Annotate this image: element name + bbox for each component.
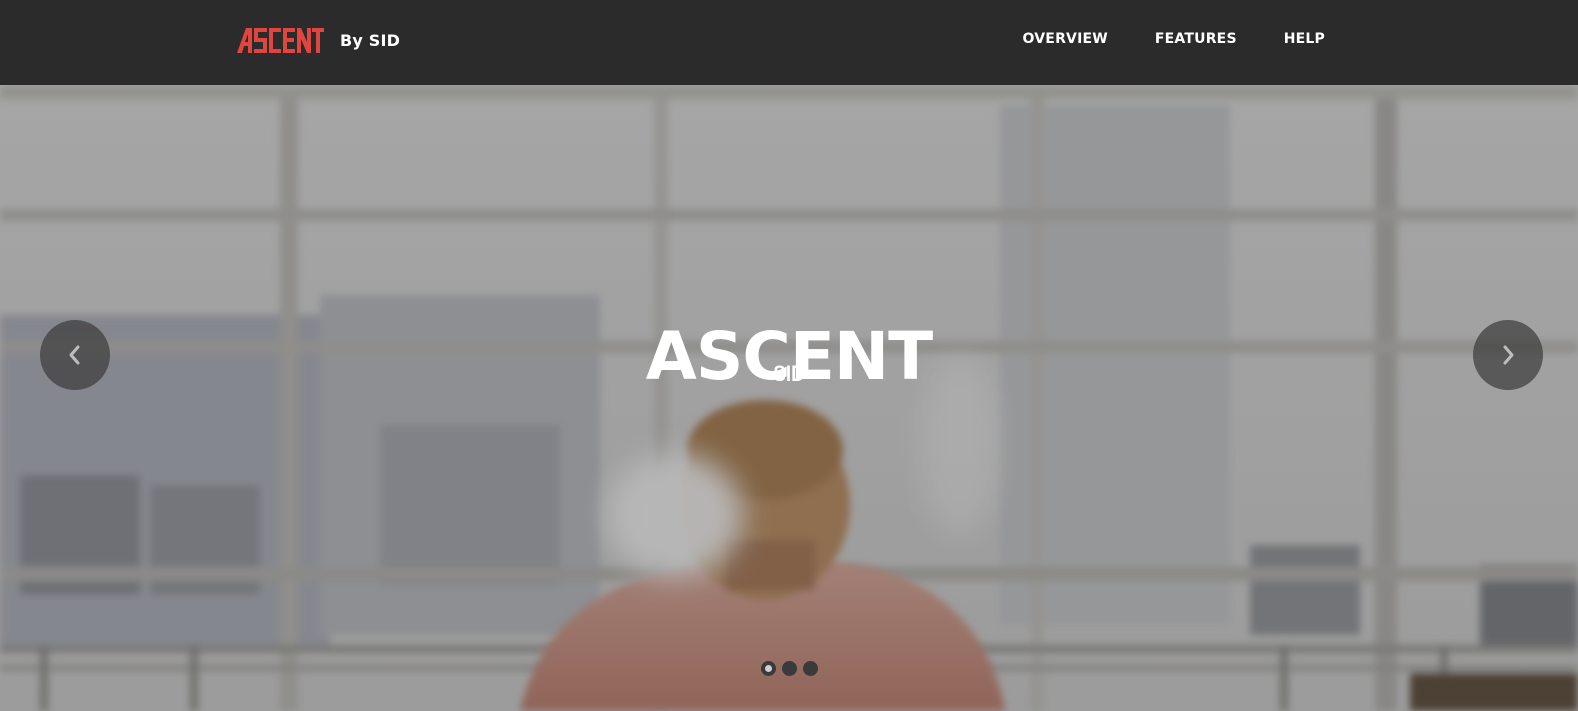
brand-byline[interactable]: By SID	[340, 31, 400, 50]
hero-carousel: ASCENT SID	[0, 85, 1578, 711]
hero-subtitle: SID	[773, 361, 805, 386]
top-navbar: By SID OVERVIEW FEATURES HELP	[0, 0, 1578, 85]
nav-overview[interactable]: OVERVIEW	[1023, 31, 1108, 47]
carousel-indicators	[0, 661, 1578, 676]
nav-features[interactable]: FEATURES	[1155, 31, 1237, 47]
chevron-right-icon	[1503, 345, 1514, 365]
ascent-logo[interactable]	[237, 27, 324, 53]
main-nav: OVERVIEW FEATURES HELP	[1023, 0, 1325, 85]
brand[interactable]: By SID	[237, 27, 400, 53]
hero-dark-overlay	[0, 85, 1578, 711]
carousel-indicator-2[interactable]	[781, 661, 797, 676]
nav-help[interactable]: HELP	[1284, 31, 1325, 47]
carousel-prev-button[interactable]	[40, 320, 110, 390]
carousel-next-button[interactable]	[1473, 320, 1543, 390]
carousel-indicator-1[interactable]	[760, 661, 776, 676]
chevron-left-icon	[69, 345, 80, 365]
carousel-indicator-3[interactable]	[802, 661, 818, 676]
